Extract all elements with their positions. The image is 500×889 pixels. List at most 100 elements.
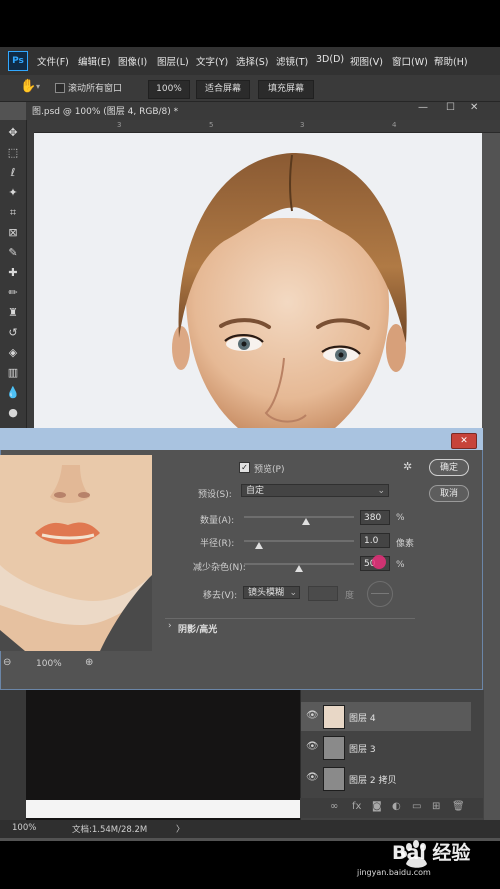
- trash-icon[interactable]: 🗑: [452, 801, 465, 812]
- chevron-down-icon: ⌄: [377, 486, 385, 496]
- document-canvas[interactable]: [34, 133, 482, 429]
- eye-icon[interactable]: 👁: [306, 710, 319, 721]
- group-folder-icon[interactable]: ▭: [412, 801, 421, 812]
- radius-field[interactable]: 1.0: [360, 533, 390, 548]
- preview-image: [0, 455, 152, 651]
- layer-thumbnail: [323, 736, 345, 760]
- preset-select[interactable]: 自定 ⌄: [241, 484, 389, 497]
- eye-icon[interactable]: 👁: [306, 772, 319, 783]
- frame-tool-icon[interactable]: ⊠: [6, 226, 20, 240]
- amount-label: 数量(A):: [200, 516, 235, 526]
- fill-screen-button[interactable]: 填充屏幕: [258, 80, 314, 99]
- remove-select[interactable]: 镜头模糊 ⌄: [243, 586, 300, 599]
- close-icon[interactable]: ✕: [470, 102, 478, 113]
- angle-field: [308, 586, 338, 601]
- amount-slider-track[interactable]: [244, 516, 354, 518]
- gear-icon[interactable]: ✲: [403, 460, 412, 473]
- chevron-down-icon: ⌄: [289, 588, 297, 598]
- preview-checkbox[interactable]: ✓: [239, 462, 250, 473]
- blur-tool-icon[interactable]: 💧: [6, 386, 20, 400]
- amount-unit: %: [396, 513, 405, 523]
- menu-select[interactable]: 选择(S): [236, 54, 268, 68]
- chevron-right-icon[interactable]: ›: [168, 621, 172, 631]
- marquee-tool-icon[interactable]: ⬚: [6, 146, 20, 160]
- watermark-brand: Bai 经验: [392, 842, 471, 864]
- clone-stamp-icon[interactable]: ♜: [6, 306, 20, 320]
- document-tab[interactable]: 图.psd @ 100% (图层 4, RGB/8) *: [32, 104, 178, 117]
- new-layer-icon[interactable]: ⊞: [432, 801, 440, 812]
- cursor-highlight: [372, 555, 386, 569]
- cancel-button[interactable]: 取消: [429, 485, 469, 502]
- dialog-close-button[interactable]: ✕: [451, 433, 477, 449]
- chevron-down-icon[interactable]: ▾: [36, 82, 40, 91]
- status-doc-info: 文档:1.54M/28.2M: [72, 825, 148, 835]
- zoom-in-icon[interactable]: ⊕: [85, 657, 93, 668]
- menu-help[interactable]: 帮助(H): [434, 54, 468, 68]
- horizontal-ruler: [26, 120, 500, 133]
- layer-thumbnail: [323, 705, 345, 729]
- layer-row[interactable]: 👁 图层 3: [301, 733, 471, 762]
- magic-wand-icon[interactable]: ✦: [6, 186, 20, 200]
- status-arrow-icon[interactable]: 〉: [176, 823, 185, 835]
- angle-dial: [367, 581, 393, 607]
- adjustment-layer-icon[interactable]: ◐: [392, 801, 401, 812]
- menu-file[interactable]: 文件(F): [37, 54, 69, 68]
- history-brush-icon[interactable]: ↺: [6, 326, 20, 340]
- amount-field[interactable]: 380: [360, 510, 390, 525]
- ok-button[interactable]: 确定: [429, 459, 469, 476]
- lasso-tool-icon[interactable]: ℓ: [6, 166, 20, 180]
- fx-icon[interactable]: fx: [352, 801, 361, 812]
- zoom-out-icon[interactable]: ⊖: [3, 657, 11, 668]
- menu-filter[interactable]: 滤镜(T): [276, 54, 308, 68]
- watermark-site: jingyan.baidu.com: [357, 868, 431, 877]
- noise-unit: %: [396, 560, 405, 570]
- shadows-highlights-toggle[interactable]: 阴影/高光: [178, 622, 217, 635]
- eye-icon[interactable]: 👁: [306, 741, 319, 752]
- brush-tool-icon[interactable]: ✏: [6, 286, 20, 300]
- minimize-icon[interactable]: —: [418, 102, 428, 113]
- dialog-title-bar: [0, 428, 483, 450]
- divider: [165, 618, 415, 619]
- canvas-bottom-strip: [26, 800, 300, 818]
- preset-label: 预设(S):: [198, 490, 232, 500]
- layer-mask-icon[interactable]: ◙: [372, 801, 382, 812]
- ruler-tick: 3: [117, 121, 122, 129]
- radius-label: 半径(R):: [200, 539, 235, 549]
- fit-screen-button[interactable]: 适合屏幕: [196, 80, 250, 99]
- healing-brush-icon[interactable]: ✚: [6, 266, 20, 280]
- eyedropper-icon[interactable]: ✎: [6, 246, 20, 260]
- layer-row[interactable]: 👁 图层 2 拷贝: [301, 764, 471, 793]
- crop-tool-icon[interactable]: ⌗: [6, 206, 20, 220]
- maximize-icon[interactable]: ☐: [446, 102, 455, 113]
- menu-view[interactable]: 视图(V): [350, 54, 383, 68]
- menu-3d[interactable]: 3D(D): [316, 54, 344, 65]
- menu-type[interactable]: 文字(Y): [196, 54, 228, 68]
- ruler-tick: 5: [209, 121, 214, 129]
- ruler-tick: 3: [300, 121, 305, 129]
- preset-value: 自定: [246, 486, 265, 496]
- menu-edit[interactable]: 编辑(E): [78, 54, 110, 68]
- hand-tool-icon[interactable]: ✋: [20, 79, 36, 94]
- layer-row-selected[interactable]: 👁 图层 4: [301, 702, 471, 731]
- noise-label: 减少杂色(N):: [193, 563, 246, 573]
- gradient-tool-icon[interactable]: ▥: [6, 366, 20, 380]
- status-zoom[interactable]: 100%: [12, 823, 36, 833]
- link-layers-icon[interactable]: ∞: [330, 801, 338, 812]
- move-tool-icon[interactable]: ✥: [6, 126, 20, 140]
- portrait-image: [172, 153, 407, 429]
- scroll-all-label: 滚动所有窗口: [68, 84, 123, 94]
- ruler-tick: 4: [392, 121, 397, 129]
- layer-name: 图层 4: [349, 714, 376, 724]
- filter-preview[interactable]: [0, 455, 152, 651]
- dodge-tool-icon[interactable]: ●: [6, 406, 20, 420]
- menu-layer[interactable]: 图层(L): [157, 54, 189, 68]
- angle-unit: 度: [345, 591, 355, 601]
- eraser-icon[interactable]: ◈: [6, 346, 20, 360]
- menu-window[interactable]: 窗口(W): [392, 54, 428, 68]
- noise-slider-knob[interactable]: [295, 565, 303, 572]
- scroll-all-checkbox[interactable]: [55, 83, 65, 93]
- zoom-100-button[interactable]: 100%: [148, 80, 190, 99]
- menu-image[interactable]: 图像(I): [118, 54, 147, 68]
- amount-slider-knob[interactable]: [301, 518, 310, 525]
- radius-slider-knob[interactable]: [255, 542, 264, 549]
